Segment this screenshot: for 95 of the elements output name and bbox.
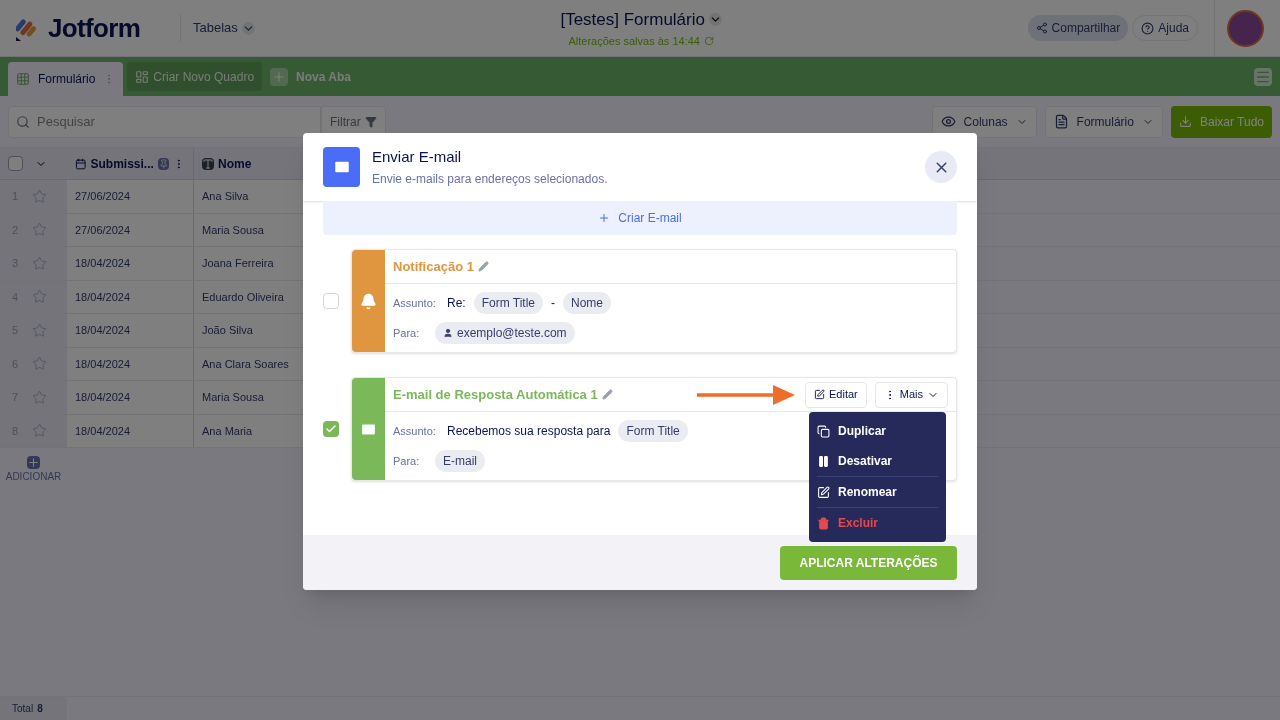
column-header[interactable]: Submissi... <box>67 148 194 179</box>
pause-icon <box>817 454 830 468</box>
table-cell-text: 18/04/2024 <box>75 390 131 405</box>
grid-icon <box>16 72 30 86</box>
filter-icon <box>364 115 377 128</box>
chevron-icon <box>241 21 255 35</box>
table-cell-text: 18/04/2024 <box>75 323 131 338</box>
menu-icon[interactable] <box>1254 68 1272 86</box>
dialog-subtitle: Envie e-mails para endereços selecionados. <box>372 171 609 189</box>
email-title[interactable]: Notificação 1 <box>393 256 474 277</box>
board-icon <box>135 69 150 84</box>
total-count: 8 <box>37 702 43 716</box>
edit-icon <box>814 389 825 400</box>
edit-button[interactable]: Editar <box>805 381 867 408</box>
table-cell-text: Ana Clara Soares <box>202 356 289 372</box>
copy-icon <box>817 424 830 438</box>
table-cell-text: 18/04/2024 <box>75 256 131 271</box>
share-icon <box>1035 22 1048 34</box>
pencil-icon[interactable] <box>601 389 613 400</box>
field-tag: E-mail <box>435 450 485 472</box>
menu-item[interactable]: Renomear <box>817 477 938 507</box>
menu-item[interactable]: Excluir <box>817 508 938 538</box>
person-icon <box>443 328 453 338</box>
pencil-icon[interactable] <box>477 261 489 272</box>
apply-button[interactable]: APLICAR ALTERAÇÕES <box>780 545 957 580</box>
more-button[interactable]: Mais <box>874 381 948 408</box>
table-cell-text: Joana Ferreira <box>202 256 274 271</box>
calendar-icon <box>75 157 87 170</box>
field-label: Assunto: <box>393 423 435 439</box>
trash-icon <box>817 516 830 530</box>
help-icon <box>1141 21 1155 35</box>
table-cell-text: 18/04/2024 <box>75 289 131 305</box>
star-icon[interactable] <box>32 356 47 372</box>
star-icon[interactable] <box>32 289 47 305</box>
text-icon <box>202 157 214 170</box>
add-icon[interactable] <box>27 456 40 469</box>
share-button[interactable]: Compartilhar <box>1027 15 1129 41</box>
subject-text: Recebemos sua resposta para <box>447 423 611 440</box>
star-icon[interactable] <box>32 322 47 338</box>
email-checkbox[interactable] <box>323 293 339 309</box>
tab[interactable]: Formulário <box>8 62 124 96</box>
download-icon <box>1178 115 1192 128</box>
dialog-title: Enviar E-mail <box>372 146 463 167</box>
star-icon[interactable] <box>32 222 47 238</box>
pin-icon <box>157 157 170 170</box>
search-icon <box>16 114 30 129</box>
search-field[interactable]: Pesquisar <box>8 105 321 138</box>
chevron-icon <box>708 13 722 27</box>
subject-text: Re: <box>447 295 466 312</box>
field-tag: Form Title <box>618 420 688 442</box>
create-board-button[interactable]: Criar Novo Quadro <box>127 62 263 91</box>
table-cell-text: Maria Sousa <box>202 222 264 238</box>
add-label[interactable]: ADICIONAR <box>5 469 62 484</box>
save-status: Alterações salvas às 14:44 <box>568 33 700 49</box>
table-cell-text: Maria Sousa <box>202 390 264 405</box>
bell-icon <box>360 292 377 310</box>
table-cell-text: Ana Maria <box>202 423 253 439</box>
menu-item[interactable]: Desativar <box>817 446 938 476</box>
field-tag: exemplo@teste.com <box>435 322 575 344</box>
table-cell-text: Eduardo Oliveira <box>202 289 284 305</box>
subject-text: - <box>551 295 556 312</box>
field-tag: Nome <box>563 292 612 314</box>
table-cell-text: 27/06/2024 <box>75 189 131 204</box>
menu-item[interactable]: Duplicar <box>817 416 938 446</box>
edit-icon <box>817 485 830 499</box>
logo-text: Jotform <box>48 11 141 45</box>
field-label: Assunto: <box>393 295 435 311</box>
document-icon <box>1053 114 1069 129</box>
table-cell-text: João Silva <box>202 323 253 338</box>
eye-icon <box>940 114 956 129</box>
field-tag: Form Title <box>473 292 544 314</box>
close-button[interactable] <box>925 151 957 183</box>
columns-button[interactable]: Colunas <box>931 105 1037 138</box>
table-cell-text: 18/04/2024 <box>75 423 131 439</box>
nav-dropdown[interactable]: Tabelas <box>193 18 255 38</box>
star-icon[interactable] <box>32 423 47 439</box>
table-cell-text: 27/06/2024 <box>75 222 131 238</box>
select-all-checkbox[interactable] <box>8 156 23 171</box>
star-icon[interactable] <box>32 255 47 271</box>
avatar[interactable] <box>1227 9 1264 47</box>
total-label: Total <box>12 702 34 716</box>
field-label: Para: <box>393 325 421 341</box>
star-icon[interactable] <box>32 389 47 405</box>
star-icon[interactable] <box>32 188 47 204</box>
refresh-icon <box>703 35 714 46</box>
form-title: [Testes] Formulário <box>560 9 705 31</box>
form-button[interactable]: Formulário <box>1044 105 1163 138</box>
check-icon <box>325 423 337 435</box>
create-email-button[interactable]: Criar E-mail <box>323 201 957 235</box>
plus-icon <box>598 212 611 224</box>
field-label: Para: <box>393 453 421 469</box>
table-cell-text: Ana Silva <box>202 189 249 204</box>
email-checkbox[interactable] <box>323 421 339 437</box>
table-cell-text: 18/04/2024 <box>75 356 131 372</box>
email-title[interactable]: E-mail de Resposta Automática 1 <box>393 384 598 405</box>
